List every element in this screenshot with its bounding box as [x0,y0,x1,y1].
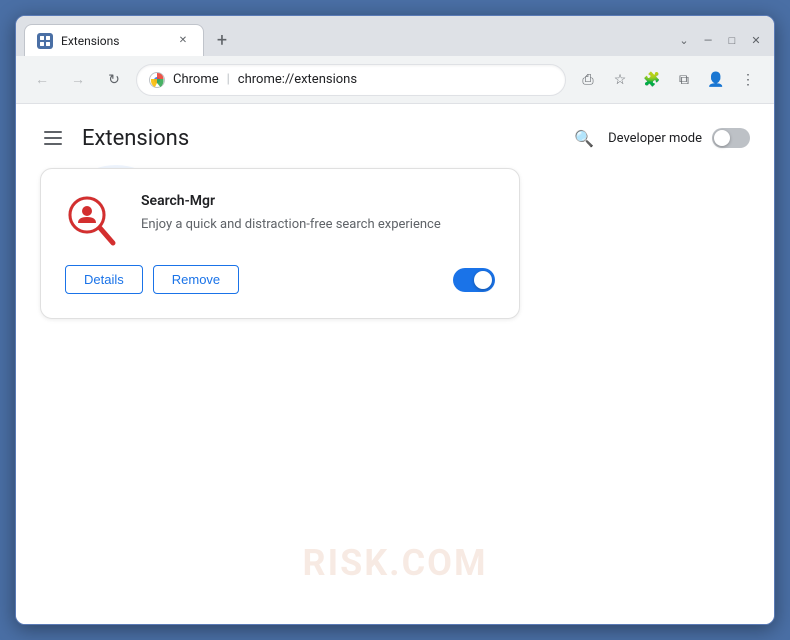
address-url: chrome://extensions [238,72,357,87]
extension-card-header: Search-Mgr Enjoy a quick and distraction… [65,193,495,249]
extension-toggle[interactable] [453,268,495,292]
extension-icon [65,193,121,249]
bookmark-button[interactable]: ☆ [606,66,634,94]
reload-button[interactable]: ↻ [100,66,128,94]
chrome-brand-label: Chrome [173,72,219,87]
watermark-text: RISK.COM [303,542,488,584]
window-controls: ⌄ — □ ✕ [674,30,766,50]
menu-button[interactable]: ⋮ [734,66,762,94]
extensions-title-group: Extensions [40,126,189,151]
page-title: Extensions [82,126,189,151]
extension-card-footer: Details Remove [65,265,495,294]
share-button[interactable]: ⎙ [574,66,602,94]
tab-strip: Extensions ✕ + [24,24,674,56]
remove-button[interactable]: Remove [153,265,239,294]
chevron-down-button[interactable]: ⌄ [674,30,694,50]
extensions-list: Search-Mgr Enjoy a quick and distraction… [16,168,774,319]
extension-card: Search-Mgr Enjoy a quick and distraction… [40,168,520,319]
hamburger-line-2 [44,137,62,139]
toolbar: ← → ↻ Chrome | chrome://extensions ⎙ ☆ 🧩… [16,56,774,104]
developer-mode-toggle[interactable] [712,128,750,148]
extensions-button[interactable]: 🧩 [638,66,666,94]
address-bar[interactable]: Chrome | chrome://extensions [136,64,566,96]
details-button[interactable]: Details [65,265,143,294]
tab-close-button[interactable]: ✕ [175,33,191,49]
chrome-icon [149,72,165,88]
back-button[interactable]: ← [28,66,56,94]
tab-favicon [37,33,53,49]
maximize-button[interactable]: □ [722,30,742,50]
developer-mode-label: Developer mode [608,131,702,146]
browser-window: Extensions ✕ + ⌄ — □ ✕ ← → ↻ Chrome [15,15,775,625]
extension-buttons: Details Remove [65,265,239,294]
profile-button[interactable]: 👤 [702,66,730,94]
title-bar: Extensions ✕ + ⌄ — □ ✕ [16,16,774,56]
hamburger-line-3 [44,143,62,145]
search-button[interactable]: 🔍 [570,124,598,152]
toolbar-icons: ⎙ ☆ 🧩 ⧉ 👤 ⋮ [574,66,762,94]
menu-hamburger-button[interactable] [40,127,66,149]
address-separator: | [227,72,230,87]
active-tab[interactable]: Extensions ✕ [24,24,204,56]
hamburger-line-1 [44,131,62,133]
new-tab-button[interactable]: + [208,26,236,54]
extension-info: Search-Mgr Enjoy a quick and distraction… [141,193,495,235]
forward-button[interactable]: → [64,66,92,94]
minimize-button[interactable]: — [698,30,718,50]
split-view-button[interactable]: ⧉ [670,66,698,94]
extension-name: Search-Mgr [141,193,495,209]
extension-description: Enjoy a quick and distraction-free searc… [141,215,495,235]
tab-title: Extensions [61,34,167,48]
developer-mode-group: 🔍 Developer mode [570,124,750,152]
close-button[interactable]: ✕ [746,30,766,50]
page-content: Extensions 🔍 Developer mode [16,104,774,624]
